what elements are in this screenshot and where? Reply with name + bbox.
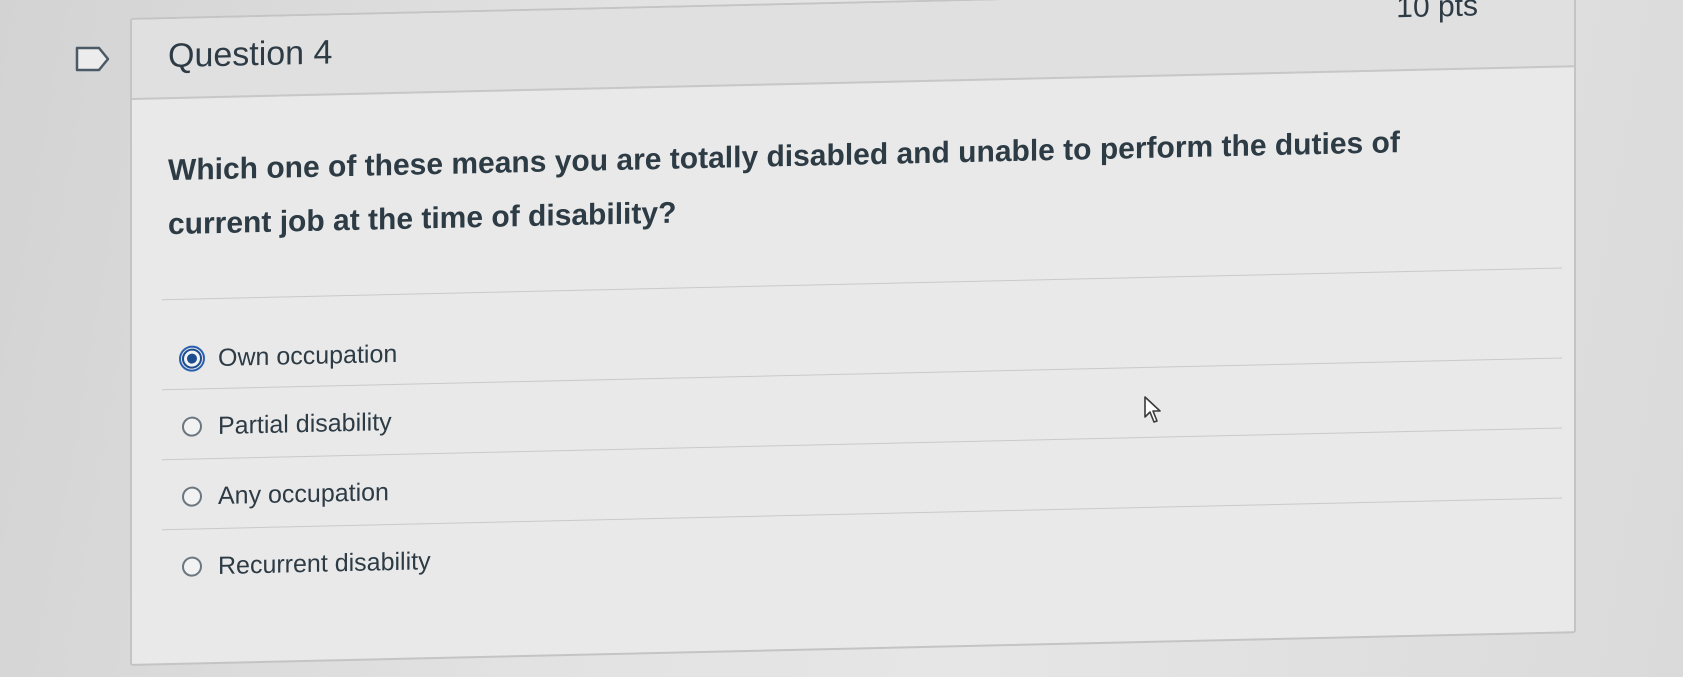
radio-button[interactable]	[182, 486, 202, 506]
answer-option-recurrent-disability[interactable]: Recurrent disability	[182, 541, 431, 587]
answer-label: Own occupation	[218, 339, 397, 372]
question-points: 10 pts	[1396, 0, 1478, 25]
flag-question-icon[interactable]	[75, 46, 111, 72]
answer-label: Partial disability	[218, 408, 392, 441]
answer-label: Any occupation	[218, 478, 389, 511]
answer-option-any-occupation[interactable]: Any occupation	[182, 472, 389, 517]
divider	[162, 268, 1562, 301]
question-card: Question 4 10 pts Which one of these mea…	[130, 0, 1576, 666]
question-text: Which one of these means you are totally…	[168, 115, 1468, 253]
answer-option-partial-disability[interactable]: Partial disability	[182, 402, 392, 447]
mouse-pointer-icon	[1143, 395, 1165, 425]
radio-button-selected[interactable]	[182, 348, 202, 368]
radio-button[interactable]	[182, 416, 202, 436]
screen: Question 4 10 pts Which one of these mea…	[0, 0, 1683, 677]
answer-label: Recurrent disability	[218, 547, 431, 581]
question-header: Question 4 10 pts	[132, 0, 1574, 100]
radio-button[interactable]	[182, 556, 202, 576]
answer-option-own-occupation[interactable]: Own occupation	[182, 334, 397, 379]
question-title: Question 4	[168, 33, 332, 76]
